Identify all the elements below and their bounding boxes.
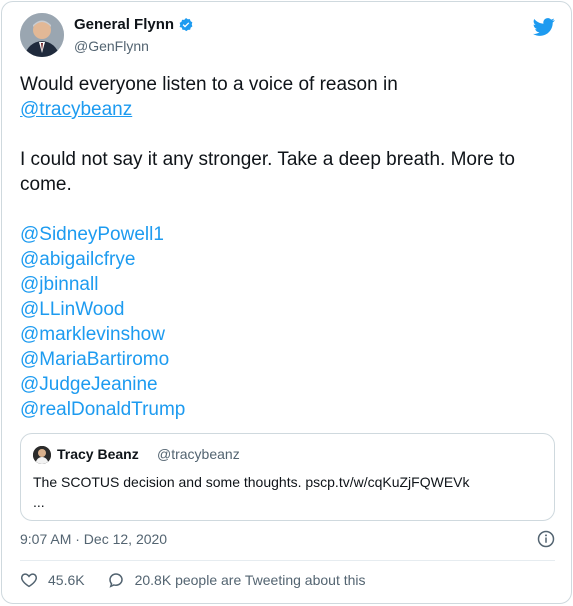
author-name-row: General Flynn bbox=[74, 16, 194, 33]
mention-link[interactable]: @LLinWood bbox=[20, 297, 555, 322]
quoted-tweet[interactable]: Tracy Beanz @tracybeanz The SCOTUS decis… bbox=[20, 433, 555, 521]
tweet-timestamp[interactable]: 9:07 AM · Dec 12, 2020 bbox=[20, 531, 167, 547]
mention-link[interactable]: @MariaBartiromo bbox=[20, 347, 555, 372]
mention-link[interactable]: @JudgeJeanine bbox=[20, 372, 555, 397]
tweeting-about-button[interactable]: 20.8K people are Tweeting about this bbox=[107, 571, 366, 589]
quoted-text-line2: ... bbox=[33, 494, 45, 510]
tweet-line1: Would everyone listen to a voice of reas… bbox=[20, 74, 398, 95]
mention-link[interactable]: @realDonaldTrump bbox=[20, 397, 555, 422]
author-avatar[interactable] bbox=[20, 13, 64, 57]
like-count: 45.6K bbox=[48, 572, 85, 588]
author-name[interactable]: General Flynn bbox=[74, 16, 174, 33]
tweet-card[interactable]: General Flynn @GenFlynn Would everyone l… bbox=[1, 1, 572, 604]
speech-bubble-icon bbox=[108, 573, 123, 588]
mention-link[interactable]: @marklevinshow bbox=[20, 322, 555, 347]
mention-tracybeanz[interactable]: @tracybeanz bbox=[20, 99, 132, 120]
verified-badge-icon bbox=[178, 17, 194, 33]
author-handle[interactable]: @GenFlynn bbox=[74, 38, 149, 54]
quoted-author-handle: @tracybeanz bbox=[157, 446, 240, 462]
quoted-author-name: Tracy Beanz bbox=[57, 446, 139, 462]
quoted-text-line1: The SCOTUS decision and some thoughts. p… bbox=[33, 474, 470, 490]
tweet-actions: 45.6K 20.8K people are Tweeting about th… bbox=[20, 571, 388, 589]
info-icon[interactable] bbox=[537, 530, 555, 548]
mention-link[interactable]: @SidneyPowell1 bbox=[20, 222, 555, 247]
like-button[interactable]: 45.6K bbox=[20, 571, 85, 589]
twitter-bird-icon[interactable] bbox=[533, 16, 555, 38]
tweet-text: Would everyone listen to a voice of reas… bbox=[20, 72, 555, 422]
divider bbox=[20, 560, 555, 561]
mention-link[interactable]: @abigailcfrye bbox=[20, 247, 555, 272]
mention-link[interactable]: @jbinnall bbox=[20, 272, 555, 297]
quoted-author-avatar bbox=[33, 446, 51, 464]
tweeting-count: 20.8K people are Tweeting about this bbox=[134, 572, 366, 588]
heart-icon bbox=[21, 573, 37, 588]
tweet-paragraph2: I could not say it any stronger. Take a … bbox=[20, 149, 516, 195]
quoted-tweet-text: The SCOTUS decision and some thoughts. p… bbox=[33, 472, 545, 512]
